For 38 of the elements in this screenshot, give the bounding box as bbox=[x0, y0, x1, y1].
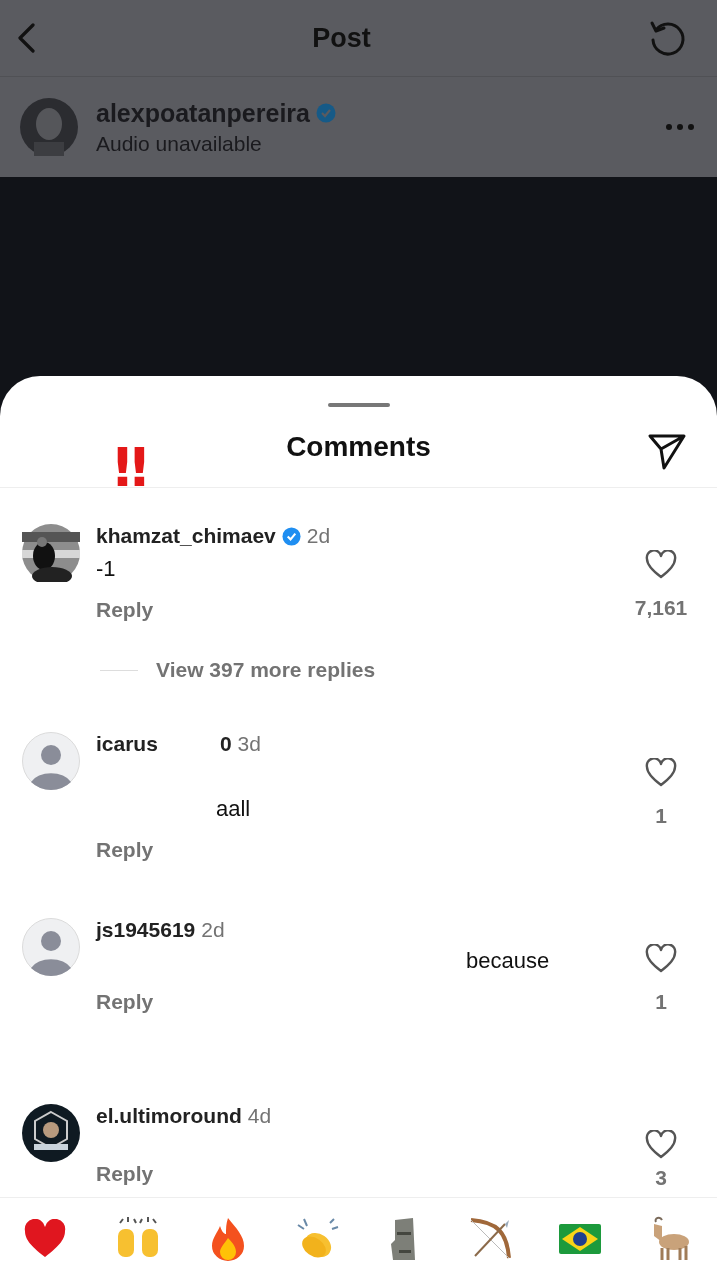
logo-avatar-icon bbox=[22, 1104, 80, 1162]
like-count: 3 bbox=[655, 1166, 667, 1190]
flag-emoji-icon[interactable] bbox=[559, 1224, 602, 1254]
audio-status: Audio unavailable bbox=[96, 131, 263, 156]
heart-icon[interactable] bbox=[645, 944, 677, 974]
reply-link[interactable]: Reply bbox=[96, 838, 154, 862]
like-count: 1 bbox=[655, 990, 667, 1014]
timestamp: 2d bbox=[306, 524, 331, 548]
heart-emoji-icon[interactable] bbox=[23, 1219, 68, 1259]
username[interactable]: js1945619 bbox=[96, 918, 196, 942]
comment-text: -1 bbox=[96, 556, 117, 582]
reply-link[interactable]: Reply bbox=[96, 990, 154, 1014]
username[interactable]: icarus bbox=[96, 732, 158, 756]
sheet-title: Comments bbox=[286, 431, 431, 463]
heart-icon[interactable] bbox=[645, 1130, 677, 1160]
view-replies-link[interactable]: View 397 more replies bbox=[156, 658, 376, 682]
username[interactable]: alexpoatanpereira bbox=[96, 98, 310, 128]
timestamp: 4d bbox=[247, 1104, 272, 1128]
reply-link[interactable]: Reply bbox=[96, 598, 154, 622]
timestamp: 2d bbox=[201, 918, 225, 942]
timestamp: 3d bbox=[237, 732, 261, 756]
default-avatar-icon bbox=[22, 918, 80, 976]
username[interactable]: el.ultimoround bbox=[96, 1104, 242, 1128]
double-exclamation-mark: ‼ bbox=[114, 441, 148, 495]
like-count: 7,161 bbox=[634, 596, 688, 620]
default-avatar-icon bbox=[22, 732, 80, 790]
comment-text: aall bbox=[216, 796, 252, 822]
drag-handle[interactable] bbox=[327, 403, 390, 407]
like-count: 1 bbox=[655, 804, 667, 828]
page-title: Post bbox=[312, 22, 371, 54]
more-options-icon[interactable] bbox=[665, 123, 695, 131]
username[interactable]: khamzat_chimaev bbox=[96, 524, 276, 548]
back-icon[interactable] bbox=[16, 23, 36, 53]
heart-icon[interactable] bbox=[645, 550, 677, 580]
heart-icon[interactable] bbox=[645, 758, 677, 788]
username-fragment: 0 bbox=[219, 732, 232, 756]
reply-link[interactable]: Reply bbox=[96, 1162, 154, 1186]
comment-text: because bbox=[466, 948, 551, 974]
